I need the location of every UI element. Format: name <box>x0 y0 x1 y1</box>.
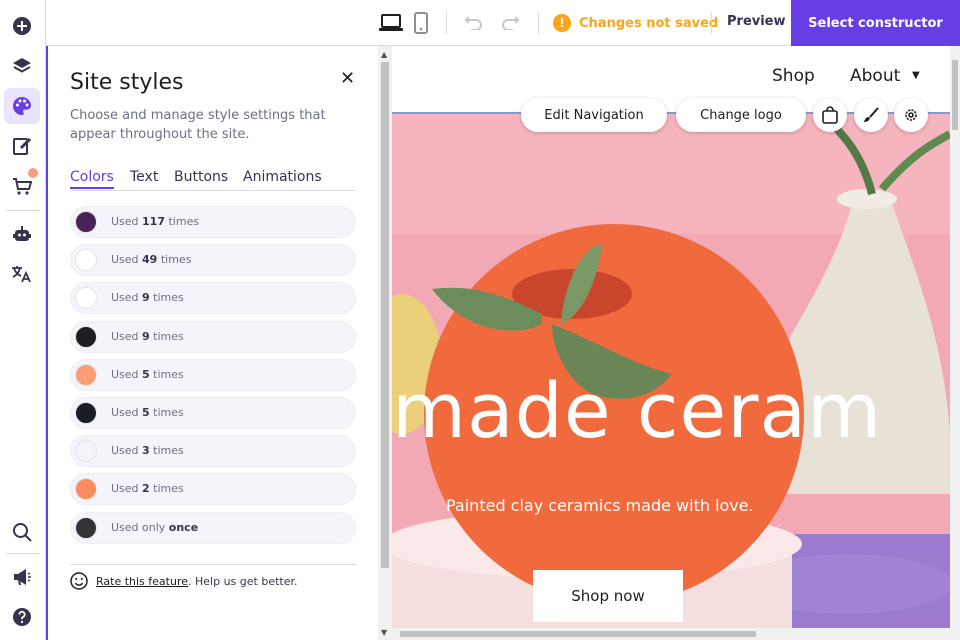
translate-icon[interactable] <box>4 256 40 292</box>
select-constructor-button[interactable]: Select constructor <box>791 0 960 46</box>
color-usage-text: Used 49 times <box>111 253 192 267</box>
color-swatch[interactable] <box>75 516 97 539</box>
color-usage-text: Used 3 times <box>111 444 184 458</box>
horizontal-scrollbar[interactable] <box>392 628 950 640</box>
divider <box>6 210 40 211</box>
color-swatch[interactable] <box>75 325 97 348</box>
color-row[interactable]: Used 2 times <box>70 473 356 506</box>
color-row[interactable]: Used 3 times <box>70 435 356 468</box>
smiley-icon <box>70 572 88 590</box>
redo-icon[interactable] <box>498 10 524 36</box>
color-swatch[interactable] <box>75 363 97 386</box>
top-toolbar: ! Changes not saved Preview Select const… <box>46 0 960 46</box>
warning-text: Changes not saved <box>579 15 719 31</box>
hero-subtitle: Painted clay ceramics made with love. <box>446 496 754 515</box>
scroll-down-icon[interactable]: ▼ <box>381 628 387 637</box>
unsaved-warning: ! Changes not saved <box>553 12 718 34</box>
tab-colors[interactable]: Colors <box>70 169 114 189</box>
notification-badge <box>26 166 40 180</box>
scroll-up-icon[interactable]: ▲ <box>381 50 387 59</box>
undo-icon[interactable] <box>460 10 486 36</box>
divider <box>538 12 539 34</box>
feedback-text: . Help us get better. <box>188 574 298 588</box>
close-icon[interactable]: ✕ <box>340 68 355 89</box>
color-usage-text: Used 9 times <box>111 329 184 343</box>
color-row[interactable]: Used 9 times <box>70 282 356 315</box>
desktop-view-icon[interactable] <box>378 10 404 36</box>
preview-scrollbar[interactable] <box>950 46 960 640</box>
color-usage-text: Used 5 times <box>111 406 184 419</box>
panel-title: Site styles <box>70 70 184 95</box>
nav-link-about[interactable]: About <box>850 66 900 86</box>
color-row[interactable]: Used 9 times <box>70 320 356 353</box>
panel-description: Choose and manage style settings that ap… <box>70 108 326 142</box>
color-usage-text: Used 5 times <box>111 367 184 381</box>
add-element-icon[interactable] <box>4 8 40 44</box>
mobile-view-icon[interactable] <box>408 10 434 36</box>
scrollbar-thumb[interactable] <box>381 62 389 568</box>
divider <box>446 12 447 34</box>
shop-now-button[interactable]: Shop now <box>533 570 683 622</box>
color-swatch[interactable] <box>75 478 97 501</box>
ai-robot-icon[interactable] <box>4 216 40 252</box>
chevron-down-icon[interactable]: ▼ <box>912 70 920 81</box>
tab-text[interactable]: Text <box>130 169 158 185</box>
color-swatch[interactable] <box>75 249 97 272</box>
edit-page-icon[interactable] <box>4 128 40 164</box>
color-row[interactable]: Used 49 times <box>70 244 356 277</box>
color-swatch[interactable] <box>75 287 97 310</box>
site-styles-panel: Site styles ✕ Choose and manage style se… <box>46 46 378 640</box>
rate-feature-link[interactable]: Rate this feature <box>96 575 188 588</box>
color-usage-text: Used only once <box>111 520 199 534</box>
color-usage-text: Used 117 times <box>111 215 200 228</box>
layers-icon[interactable] <box>4 48 40 84</box>
nav-link-shop[interactable]: Shop <box>772 66 815 86</box>
change-logo-button[interactable]: Change logo <box>676 98 806 132</box>
color-row[interactable]: Used 117 times <box>70 206 356 238</box>
color-row[interactable]: Used 5 times <box>70 397 356 429</box>
tab-animations[interactable]: Animations <box>243 169 322 185</box>
color-swatch[interactable] <box>75 440 97 463</box>
megaphone-icon[interactable] <box>4 559 40 595</box>
shopping-bag-icon[interactable] <box>813 98 847 132</box>
color-swatch[interactable] <box>75 402 97 424</box>
search-icon[interactable] <box>4 514 40 550</box>
left-sidebar <box>0 0 46 640</box>
divider <box>70 564 356 565</box>
preview-button[interactable]: Preview <box>727 14 786 29</box>
help-icon[interactable] <box>4 599 40 635</box>
color-usage-text: Used 9 times <box>111 291 184 305</box>
feedback-row: Rate this feature. Help us get better. <box>70 572 298 590</box>
brush-icon[interactable] <box>854 98 888 132</box>
color-row[interactable]: Used only once <box>70 511 356 544</box>
hero-title: made ceram <box>392 366 883 455</box>
warning-icon: ! <box>553 14 571 32</box>
website-preview: Shop About ▼ Edit Navigation Change logo… <box>392 46 950 628</box>
scrollbar-thumb[interactable] <box>952 60 958 130</box>
panel-scrollbar[interactable]: ▲ ▼ <box>378 46 392 640</box>
palette-icon[interactable] <box>4 88 40 124</box>
color-usage-text: Used 2 times <box>111 482 184 496</box>
gear-icon[interactable] <box>894 98 928 132</box>
edit-navigation-button[interactable]: Edit Navigation <box>521 98 667 132</box>
style-tabs: Colors Text Buttons Animations <box>70 169 356 191</box>
tab-buttons[interactable]: Buttons <box>174 169 228 185</box>
color-swatch[interactable] <box>75 211 97 233</box>
divider <box>711 12 712 34</box>
divider <box>6 553 40 554</box>
scrollbar-thumb[interactable] <box>400 631 756 637</box>
color-row[interactable]: Used 5 times <box>70 358 356 391</box>
